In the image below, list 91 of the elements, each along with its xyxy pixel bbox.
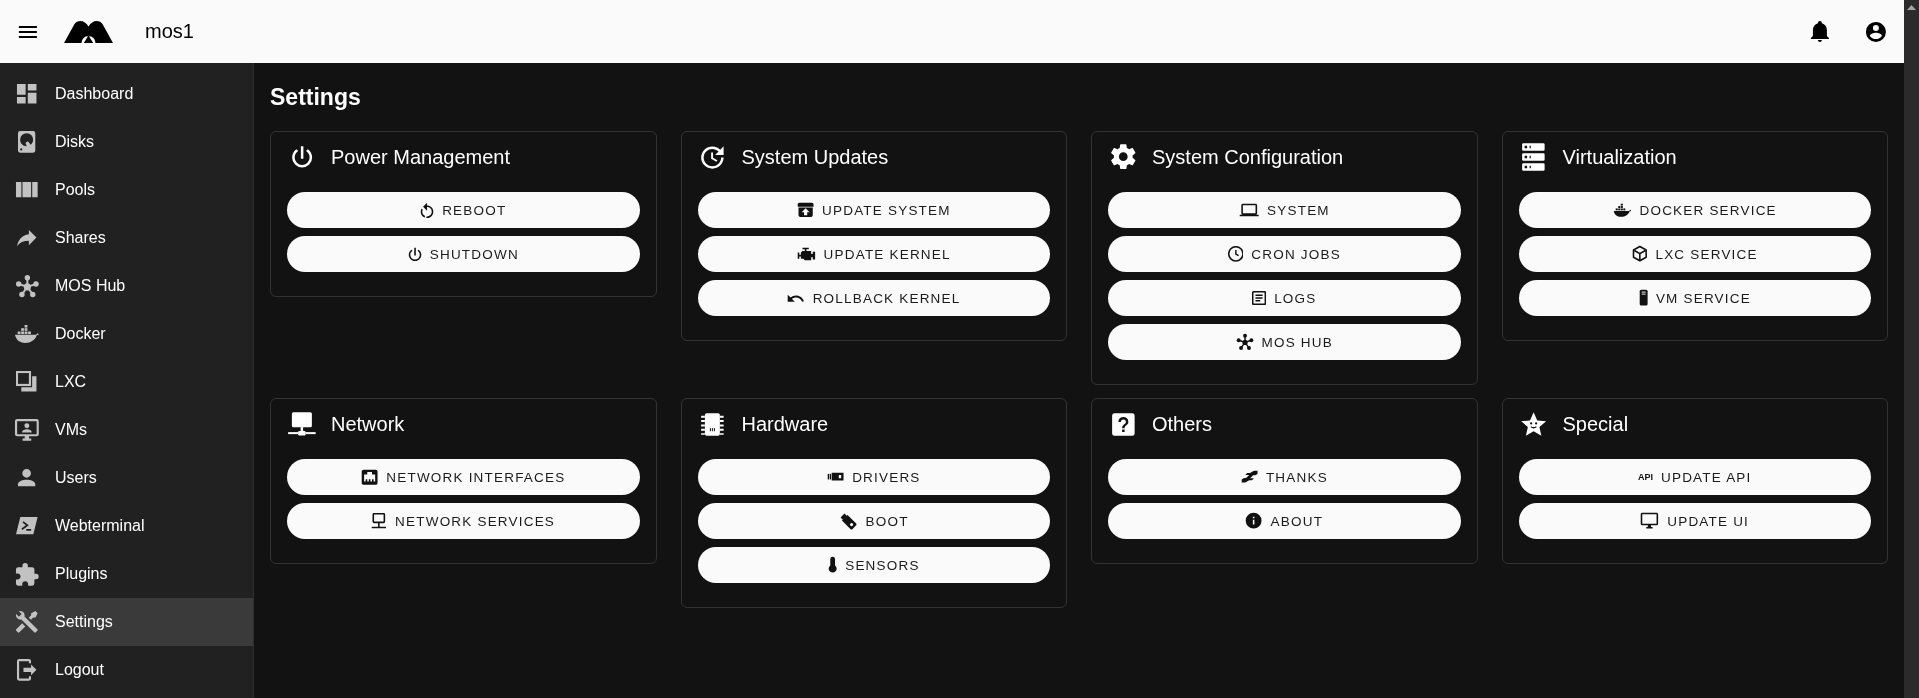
- cube-icon: [1631, 245, 1648, 263]
- app-title: mos1: [145, 20, 194, 43]
- overlapping-squares-icon: [16, 371, 38, 393]
- logout-icon: [16, 658, 38, 682]
- engine-icon: [796, 246, 816, 262]
- card-title: System Configuration: [1152, 145, 1344, 169]
- card-title: Others: [1152, 412, 1213, 436]
- whale-icon: [1612, 202, 1632, 218]
- sidebar-item[interactable]: LXC: [0, 358, 253, 406]
- terminal-icon: [15, 516, 39, 536]
- phone-device-icon: [1638, 289, 1648, 307]
- handshake-icon: [1240, 470, 1258, 484]
- settings-button[interactable]: VM SERVICE: [1518, 280, 1871, 316]
- settings-button[interactable]: LOGS: [1108, 280, 1461, 316]
- sidebar-item[interactable]: Shares: [0, 214, 253, 262]
- settings-button[interactable]: LXC SERVICE: [1518, 236, 1871, 272]
- sidebar-item[interactable]: Dashboard: [0, 70, 253, 118]
- ethernet-port-icon: [361, 468, 379, 486]
- star-face-icon: [1519, 411, 1548, 437]
- sidebar-item[interactable]: Logout: [0, 646, 253, 694]
- card-title: System Updates: [741, 145, 889, 169]
- sidebar-item[interactable]: Disks: [0, 118, 253, 166]
- scroll-up-arrow-icon[interactable]: [1907, 5, 1916, 10]
- api-icon: API: [1637, 472, 1653, 482]
- clock-icon: [1227, 246, 1244, 262]
- puzzle-icon: [14, 561, 40, 587]
- sidebar-item[interactable]: Users: [0, 454, 253, 502]
- update-clock-icon: [700, 144, 725, 170]
- card-title: Special: [1562, 412, 1629, 436]
- settings-button[interactable]: REBOOT: [287, 192, 640, 228]
- columns-icon: [15, 181, 39, 199]
- restart-icon: [420, 201, 435, 219]
- sidebar-item[interactable]: Pools: [0, 166, 253, 214]
- settings-button[interactable]: UPDATE KERNEL: [697, 236, 1050, 272]
- laptop-icon: [1238, 202, 1260, 218]
- settings-button[interactable]: THANKS: [1108, 459, 1461, 495]
- card-title: Virtualization: [1562, 145, 1677, 169]
- page-title: Settings: [270, 83, 362, 112]
- settings-button[interactable]: SHUTDOWN: [287, 236, 640, 272]
- settings-button[interactable]: MOS HUB: [1108, 324, 1461, 360]
- settings-button[interactable]: BOOT: [697, 503, 1050, 539]
- server-icon: [1521, 142, 1546, 172]
- gear-icon: [1109, 143, 1137, 171]
- info-icon: [1245, 512, 1263, 530]
- sidebar-item[interactable]: Settings: [0, 598, 253, 646]
- whale-icon: [14, 324, 40, 344]
- desktop-network-icon: [371, 513, 388, 529]
- usb-stick-icon: [838, 511, 858, 531]
- power-icon: [407, 246, 422, 262]
- scrollbar[interactable]: [1904, 0, 1919, 698]
- notification-bell-icon[interactable]: [1810, 20, 1830, 43]
- sidebar-item[interactable]: Docker: [0, 310, 253, 358]
- monitor-icon: [1640, 512, 1660, 530]
- settings-button[interactable]: ROLLBACK KERNEL: [697, 280, 1050, 316]
- card-title: Hardware: [741, 412, 829, 436]
- sidebar-item[interactable]: Plugins: [0, 550, 253, 598]
- undo-icon: [787, 293, 805, 303]
- settings-button[interactable]: UPDATE UI: [1518, 503, 1871, 539]
- card-title: Network: [331, 412, 405, 436]
- sidebar-item[interactable]: Webterminal: [0, 502, 253, 550]
- settings-button[interactable]: SYSTEM: [1108, 192, 1461, 228]
- document-lines-icon: [1252, 290, 1267, 306]
- package-up-icon: [796, 202, 815, 218]
- settings-button[interactable]: CRON JOBS: [1108, 236, 1461, 272]
- menu-icon[interactable]: [18, 24, 38, 39]
- sidebar-item[interactable]: MOS Hub: [0, 262, 253, 310]
- user-icon: [17, 468, 37, 488]
- settings-button[interactable]: UPDATE SYSTEM: [697, 192, 1050, 228]
- networked-computer-icon: [287, 411, 317, 437]
- logo-icon: [64, 20, 113, 43]
- account-icon[interactable]: [1865, 20, 1887, 43]
- settings-button[interactable]: ABOUT: [1108, 503, 1461, 539]
- card-title: Power Management: [331, 145, 510, 169]
- hub-icon: [1235, 333, 1254, 351]
- expansion-card-icon: [826, 472, 845, 482]
- help-box-icon: [1110, 411, 1136, 437]
- power-icon: [290, 145, 314, 169]
- settings-button[interactable]: API UPDATE API: [1518, 459, 1871, 495]
- share-arrow-icon: [16, 228, 38, 248]
- settings-button[interactable]: NETWORK SERVICES: [287, 503, 640, 539]
- thermometer-icon: [827, 556, 838, 574]
- sidebar-item[interactable]: VMs: [0, 406, 253, 454]
- settings-button[interactable]: DOCKER SERVICE: [1518, 192, 1871, 228]
- settings-button[interactable]: DRIVERS: [697, 459, 1050, 495]
- monitor-user-icon: [14, 418, 40, 442]
- tools-icon: [15, 610, 39, 634]
- hub-icon: [14, 273, 40, 299]
- settings-button[interactable]: SENSORS: [697, 547, 1050, 583]
- chip-icon: [700, 411, 725, 437]
- dashboard-icon: [16, 83, 38, 105]
- settings-button[interactable]: NETWORK INTERFACES: [287, 459, 640, 495]
